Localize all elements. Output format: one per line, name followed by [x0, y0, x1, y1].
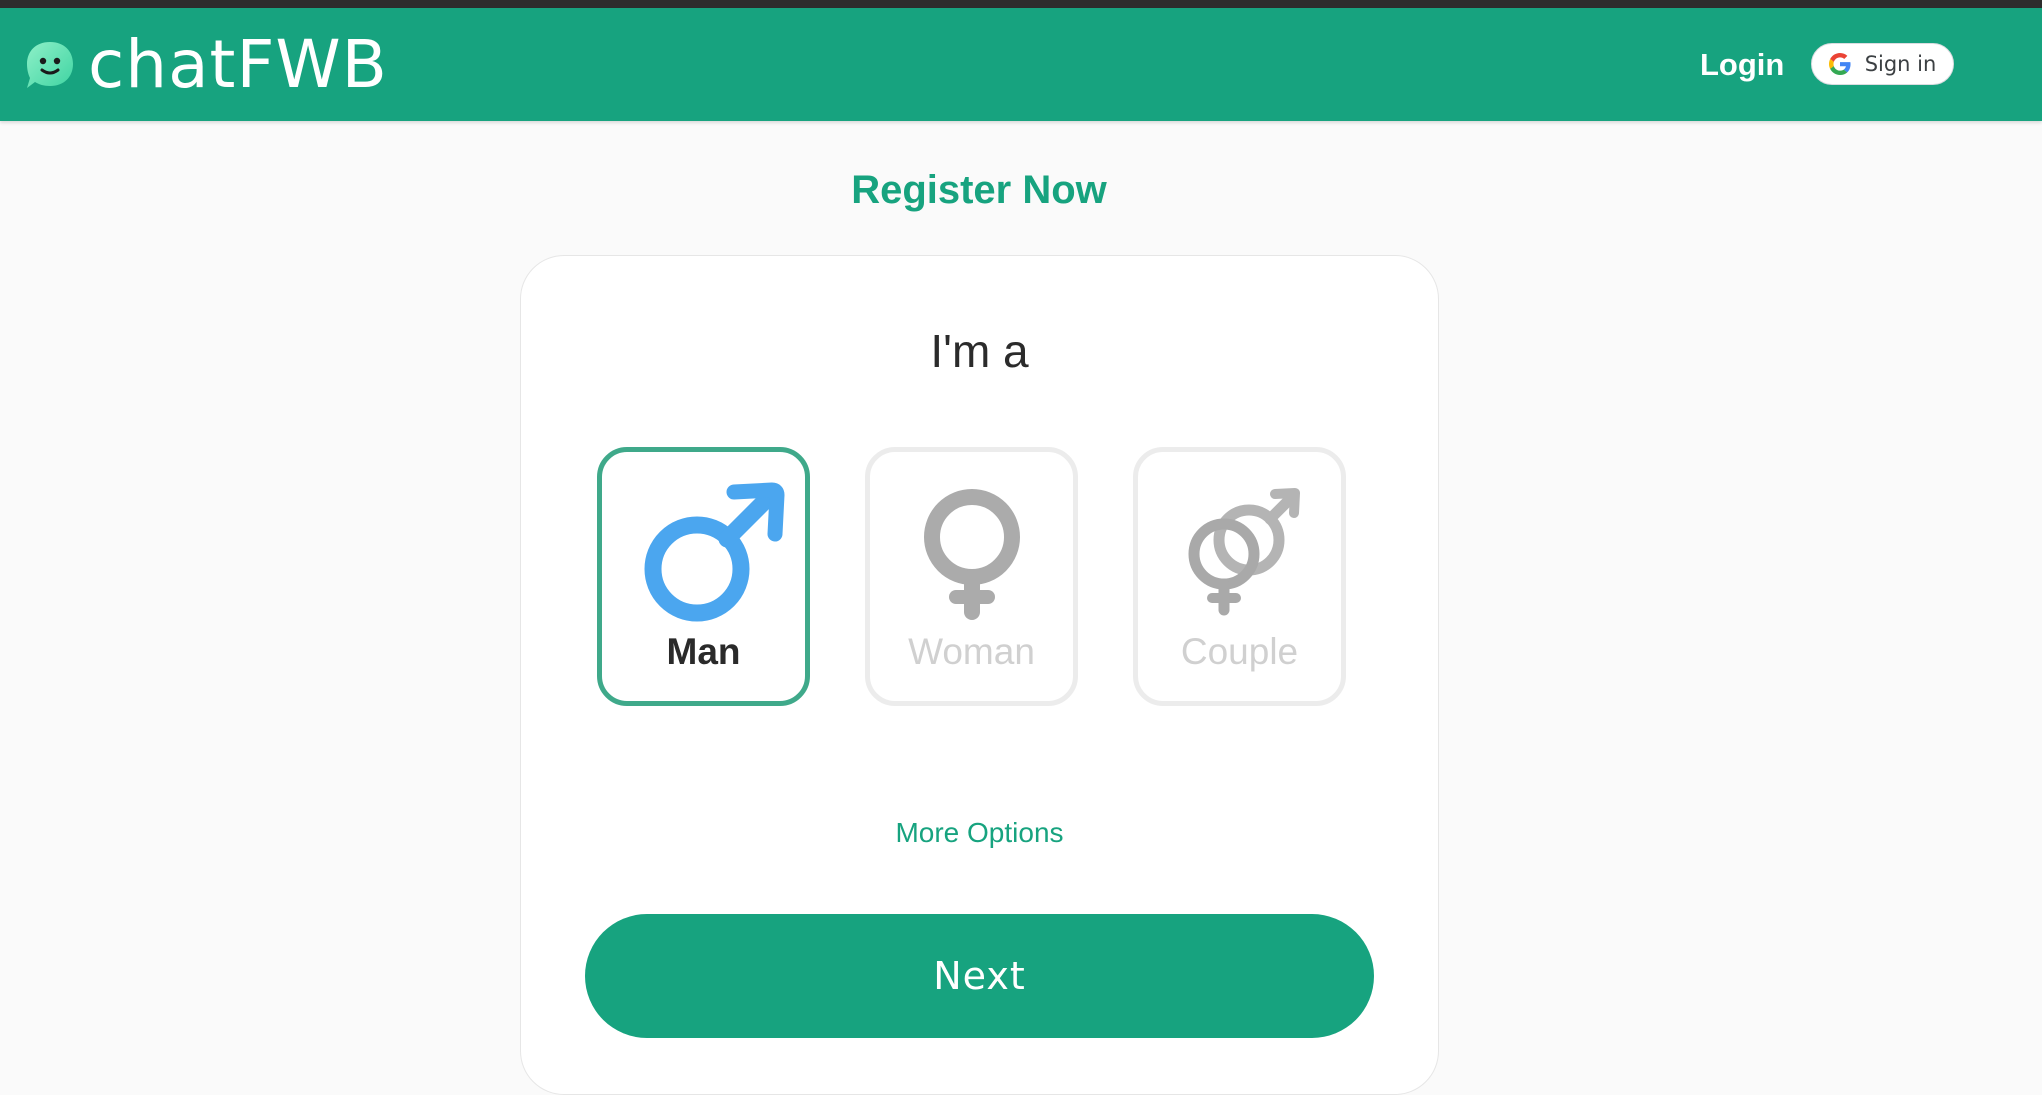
- page-title: Register Now: [851, 168, 1107, 212]
- chat-bubble-smiley-icon: [27, 41, 73, 88]
- window-top-strip: [0, 0, 2042, 8]
- google-g-icon: [1828, 53, 1851, 75]
- gender-option-label: Woman: [908, 631, 1035, 672]
- gender-option-man[interactable]: Man: [597, 447, 810, 706]
- more-options-link[interactable]: More Options: [521, 817, 1438, 849]
- google-sign-in-button[interactable]: Sign in: [1811, 43, 1954, 85]
- google-sign-in-label: Sign in: [1864, 52, 1937, 76]
- gender-option-label: Couple: [1180, 631, 1299, 672]
- gender-option-couple[interactable]: Couple: [1133, 447, 1346, 706]
- top-navbar: chatFWB Login Sign in: [0, 8, 2042, 121]
- registration-card: I'm a Man Woman Couple More Options Next: [520, 255, 1439, 1095]
- brand-name: chatFWB: [88, 25, 388, 103]
- login-link[interactable]: Login: [1700, 8, 1784, 121]
- brand-logo[interactable]: chatFWB: [24, 8, 388, 121]
- next-button[interactable]: Next: [585, 914, 1374, 1038]
- gender-option-label: Man: [666, 631, 741, 672]
- gender-question-heading: I'm a: [930, 325, 1029, 377]
- gender-option-woman[interactable]: Woman: [865, 447, 1078, 706]
